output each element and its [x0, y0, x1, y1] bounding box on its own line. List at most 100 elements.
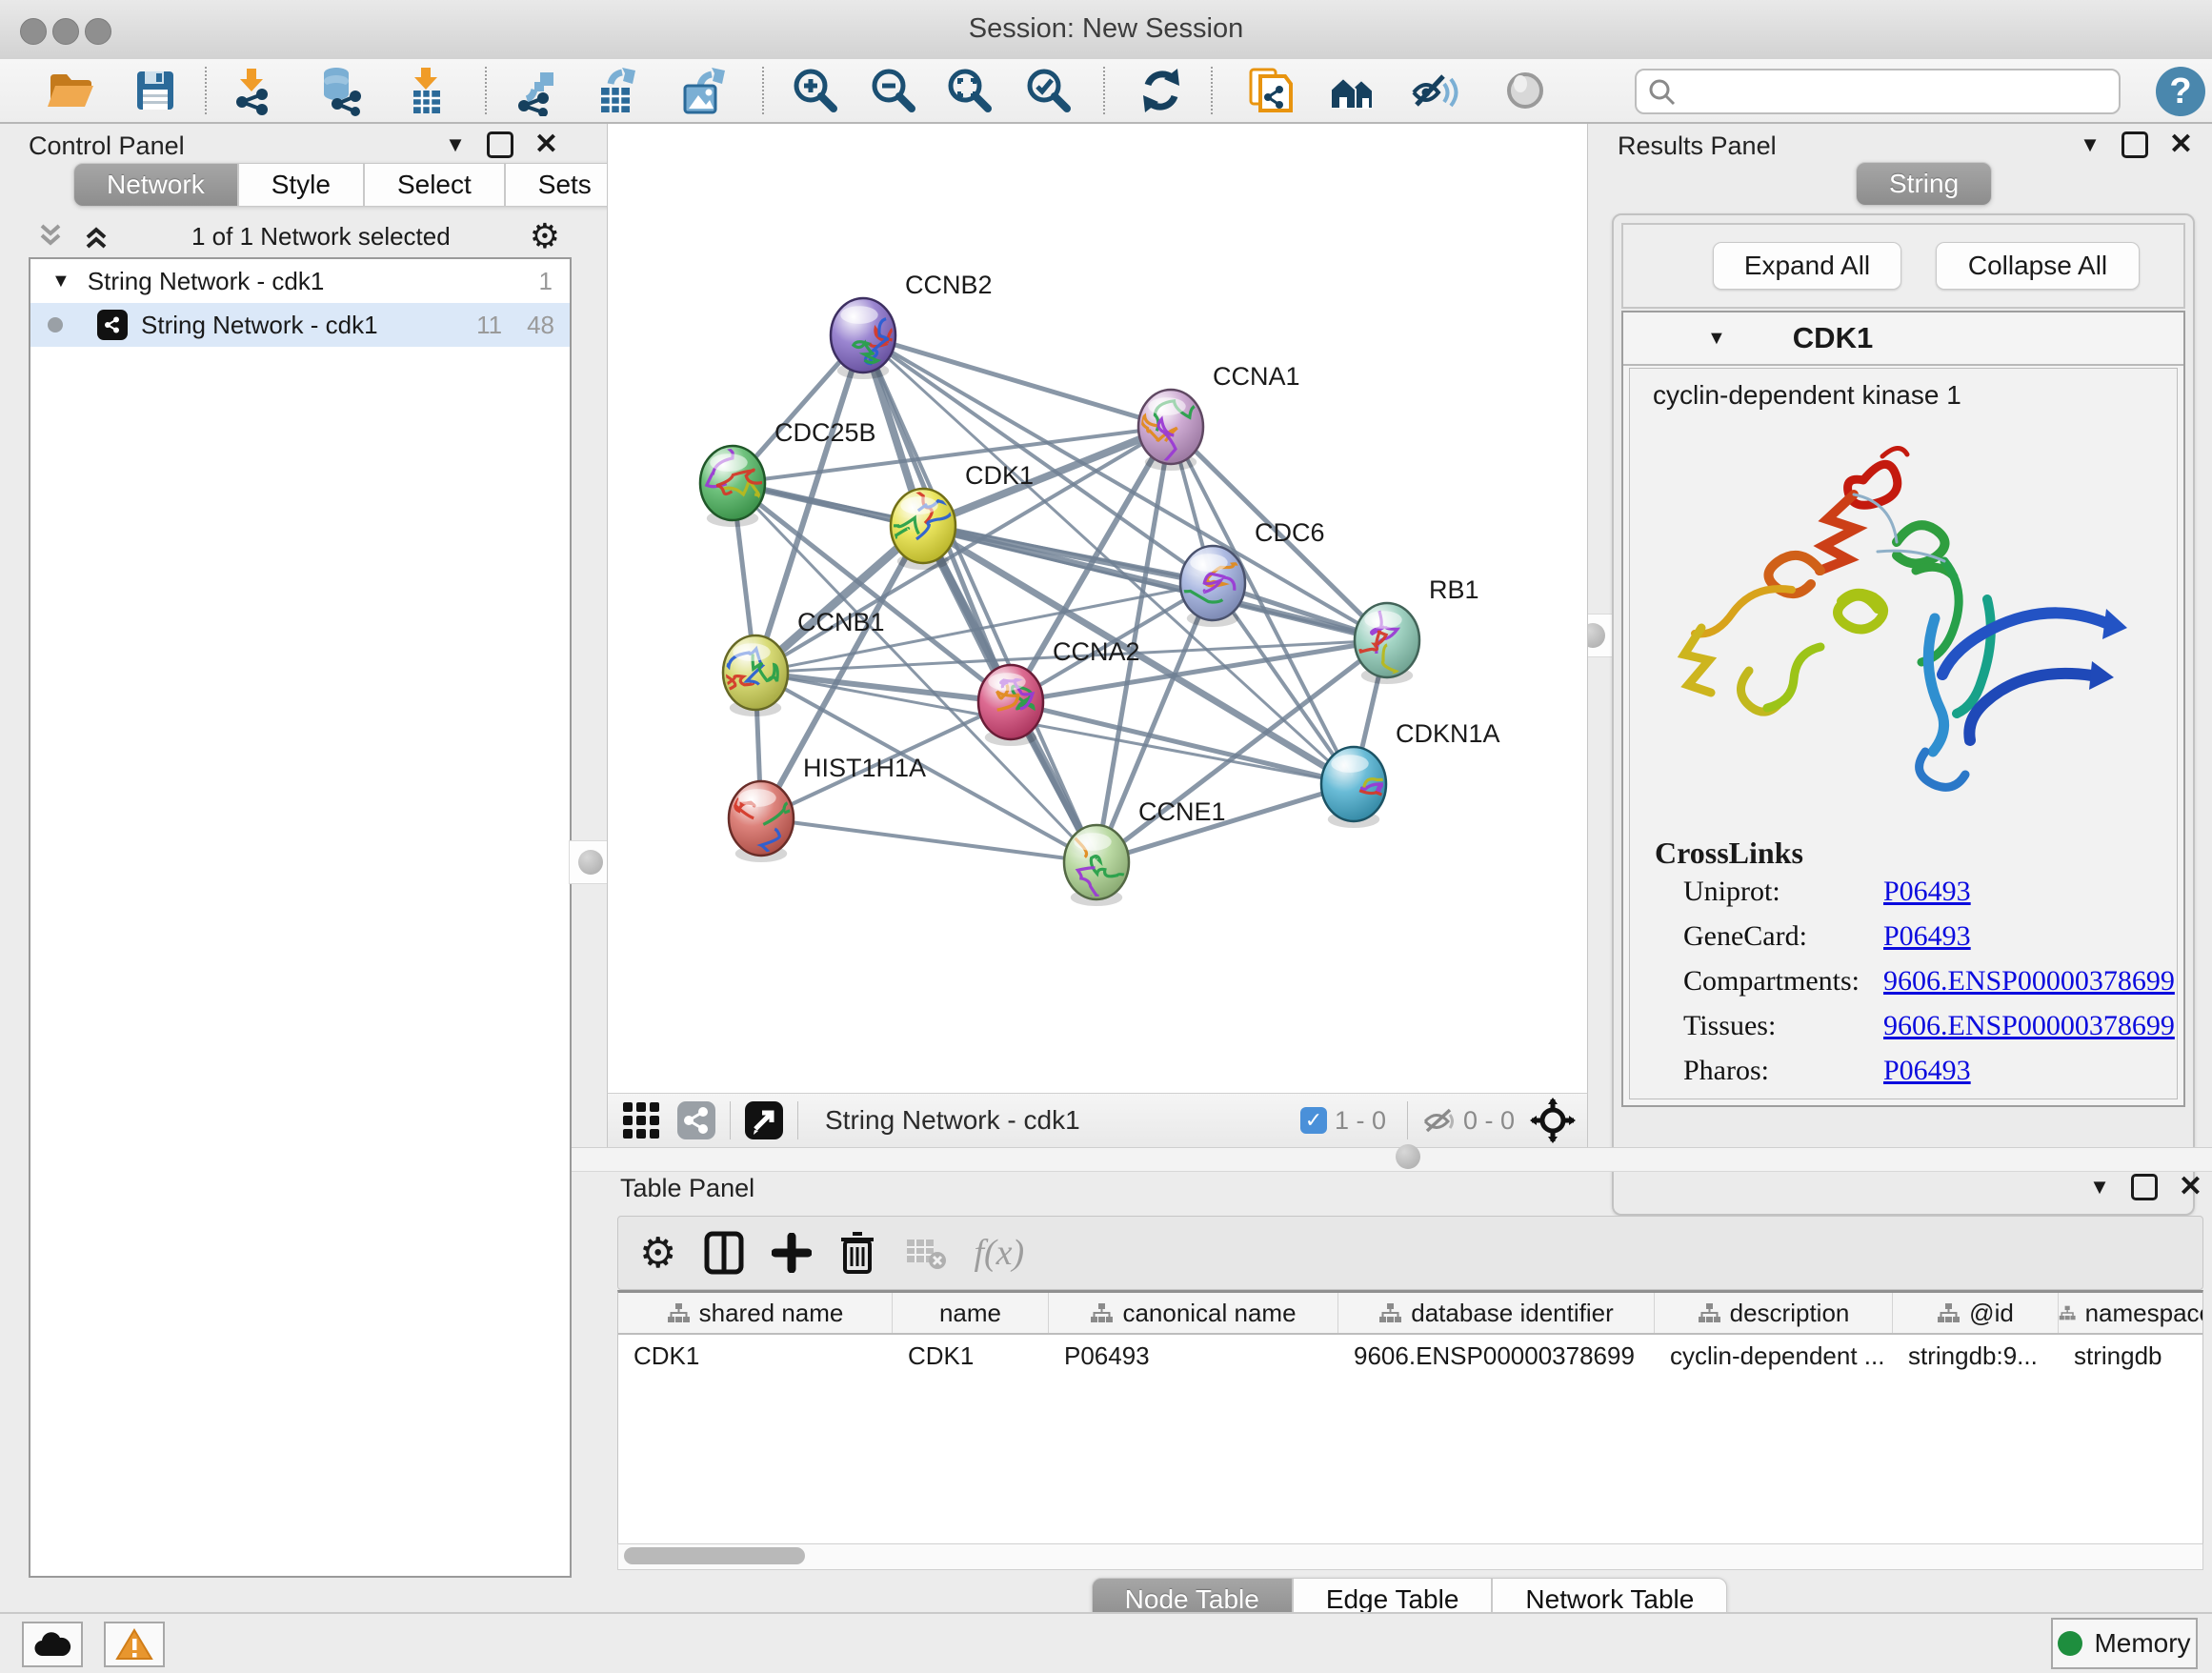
import-network-file-button[interactable]: [227, 65, 278, 116]
table-cell[interactable]: 9606.ENSP00000378699: [1338, 1335, 1655, 1377]
column-header-label: name: [939, 1299, 1001, 1328]
table-cell[interactable]: P06493: [1049, 1335, 1338, 1377]
crosslink-link[interactable]: P06493: [1883, 920, 1971, 953]
view-grid-icon[interactable]: [621, 1100, 661, 1140]
zoom-out-button[interactable]: [868, 65, 919, 116]
string-view-icon[interactable]: [676, 1100, 716, 1140]
panel-close-icon[interactable]: ✕: [2169, 134, 2193, 155]
network-node-ccnb1[interactable]: [709, 635, 788, 716]
zoom-in-button[interactable]: [790, 65, 841, 116]
panel-float-icon[interactable]: [487, 131, 513, 158]
network-node-ccna2[interactable]: [978, 665, 1043, 746]
network-edge[interactable]: [863, 335, 1387, 640]
network-node-rb1[interactable]: [1355, 603, 1419, 691]
collection-expander-icon[interactable]: ▼: [51, 271, 70, 292]
table-settings-gear-icon[interactable]: ⚙: [639, 1229, 676, 1278]
export-network-button[interactable]: [512, 65, 563, 116]
column-header--id[interactable]: @id: [1893, 1293, 2059, 1333]
network-edge[interactable]: [863, 335, 1171, 427]
network-node-ccne1[interactable]: [1064, 816, 1132, 906]
selected-checkbox-icon[interactable]: ✓: [1300, 1107, 1327, 1134]
expand-all-networks-icon[interactable]: [80, 222, 112, 251]
create-column-plus-icon[interactable]: [772, 1233, 812, 1273]
tab-select[interactable]: Select: [364, 163, 505, 207]
control-panel: Control Panel ▼ ✕ Network Style Select S…: [10, 124, 572, 1580]
panel-collapse-icon[interactable]: ▼: [2080, 132, 2101, 157]
memory-button[interactable]: Memory: [2051, 1618, 2198, 1669]
collapse-all-networks-icon[interactable]: [34, 222, 67, 251]
show-columns-icon[interactable]: [703, 1230, 745, 1276]
expand-all-button[interactable]: Expand All: [1713, 242, 1901, 290]
string-home-button[interactable]: [1326, 65, 1377, 116]
panel-collapse-icon[interactable]: ▼: [445, 132, 466, 157]
scrollbar-thumb[interactable]: [624, 1547, 805, 1564]
export-table-button[interactable]: [592, 65, 643, 116]
zoom-selected-button[interactable]: [1023, 65, 1075, 116]
network-edge[interactable]: [761, 818, 1096, 862]
search-field[interactable]: [1635, 69, 2121, 114]
table-cell[interactable]: stringdb:9...: [1893, 1335, 2059, 1377]
hidden-eye-slash-icon[interactable]: [1421, 1106, 1456, 1135]
crosslink-link[interactable]: P06493: [1883, 876, 1971, 908]
zoom-fit-button[interactable]: [944, 65, 995, 116]
grayscale-view-button[interactable]: [1499, 65, 1551, 116]
network-node-hist1h1a[interactable]: [729, 781, 815, 875]
refresh-button[interactable]: [1136, 65, 1187, 116]
column-header-name[interactable]: name: [893, 1293, 1049, 1333]
table-cell[interactable]: CDK1: [893, 1335, 1049, 1377]
tab-style[interactable]: Style: [238, 163, 364, 207]
results-button-box: Expand All Collapse All: [1621, 223, 2185, 309]
string-protein-query-button[interactable]: [1243, 65, 1295, 116]
panel-collapse-icon[interactable]: ▼: [2089, 1175, 2110, 1199]
network-node-cdkn1a[interactable]: [1321, 747, 1435, 828]
delete-table-icon-disabled: [905, 1234, 949, 1272]
export-image-button[interactable]: [677, 65, 729, 116]
crosslink-link[interactable]: 9606.ENSP00000378699: [1883, 965, 2175, 998]
help-button[interactable]: ?: [2156, 67, 2205, 116]
cloud-button[interactable]: [22, 1622, 83, 1667]
network-canvas[interactable]: CCNB2CCNA1CDC25BCDK1CDC6RB1CCNB1CCNA2CDK…: [607, 124, 1588, 1093]
table-cell[interactable]: CDK1: [618, 1335, 893, 1377]
network-collection-row[interactable]: ▼ String Network - cdk1 1: [30, 259, 570, 303]
table-row[interactable]: CDK1CDK1P064939606.ENSP00000378699cyclin…: [618, 1335, 2202, 1377]
open-session-button[interactable]: [44, 65, 95, 116]
export-network-icon: [512, 65, 563, 116]
table-horizontal-scrollbar[interactable]: [617, 1543, 2203, 1570]
birds-eye-view-icon[interactable]: [1530, 1098, 1576, 1143]
gene-section-content: cyclin-dependent kinase 1: [1629, 368, 2178, 1099]
hide-unhide-labels-button[interactable]: [1409, 65, 1460, 116]
section-expander-icon[interactable]: ▼: [1707, 328, 1726, 350]
detach-view-icon[interactable]: [744, 1100, 784, 1140]
refresh-icon: [1136, 65, 1187, 116]
column-header-namespace[interactable]: namespace: [2059, 1293, 2203, 1333]
network-node-ccnb2[interactable]: [831, 298, 900, 379]
search-input[interactable]: [1686, 72, 2109, 109]
network-options-gear-icon[interactable]: ⚙: [530, 216, 560, 256]
gene-section-header[interactable]: ▼ CDK1: [1623, 312, 2183, 366]
panel-float-icon[interactable]: [2122, 131, 2148, 158]
column-header-canonical-name[interactable]: canonical name: [1049, 1293, 1338, 1333]
import-network-database-button[interactable]: [313, 65, 365, 116]
crosslink-link[interactable]: 9606.ENSP00000378699: [1883, 1010, 2175, 1042]
column-type-icon: [1090, 1301, 1113, 1324]
panel-close-icon[interactable]: ✕: [2179, 1177, 2202, 1198]
network-edge[interactable]: [1011, 702, 1354, 784]
column-header-description[interactable]: description: [1655, 1293, 1893, 1333]
tab-network[interactable]: Network: [73, 163, 238, 207]
table-cell[interactable]: stringdb: [2059, 1335, 2203, 1377]
save-session-button[interactable]: [130, 65, 181, 116]
crosslink-link[interactable]: P06493: [1883, 1055, 1971, 1087]
column-header-shared-name[interactable]: shared name: [618, 1293, 893, 1333]
import-table-button[interactable]: [400, 65, 452, 116]
import-table-icon: [400, 65, 452, 116]
warnings-button[interactable]: [104, 1622, 165, 1667]
column-header-database-identifier[interactable]: database identifier: [1338, 1293, 1655, 1333]
tab-string[interactable]: String: [1856, 162, 1992, 206]
panel-float-icon[interactable]: [2131, 1174, 2158, 1200]
delete-column-trash-icon[interactable]: [838, 1230, 876, 1276]
network-row-selected[interactable]: String Network - cdk1 11 48: [30, 303, 570, 347]
panel-close-icon[interactable]: ✕: [534, 134, 558, 155]
table-cell[interactable]: cyclin-dependent ...: [1655, 1335, 1893, 1377]
network-edge[interactable]: [863, 335, 1096, 862]
collapse-all-button[interactable]: Collapse All: [1936, 242, 2140, 290]
